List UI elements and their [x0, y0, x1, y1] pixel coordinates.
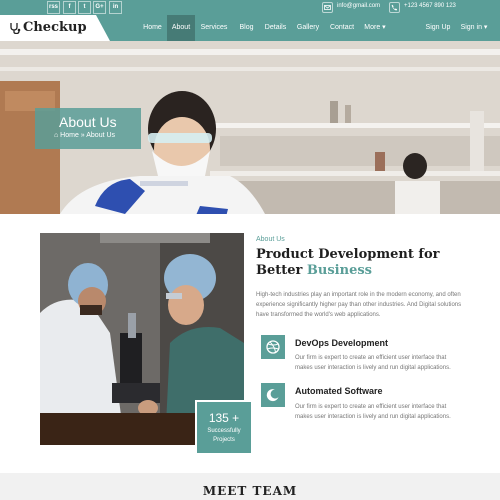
section-heading: Product Development for Better Business [256, 247, 456, 279]
hero-banner: About Us ⌂ Home » About Us [0, 41, 500, 214]
dribbble-icon [261, 335, 285, 359]
top-bar: rss f t G+ in info@gmail.com +123 4567 8… [0, 0, 500, 15]
heading-accent: Business [306, 263, 372, 278]
projects-counter: 135 + Successfully Projects [195, 400, 253, 455]
google-plus-icon[interactable]: G+ [93, 1, 106, 14]
page-title-badge: About Us ⌂ Home » About Us [35, 108, 141, 149]
contact-phone[interactable]: +123 4567 890 123 [404, 3, 456, 9]
nav-blog[interactable]: Blog [233, 15, 260, 41]
envelope-icon [322, 2, 333, 13]
team-title: MEET TEAM [202, 484, 298, 498]
nav-services[interactable]: Services [195, 15, 233, 41]
heading-line-1: Product Development for [256, 247, 440, 262]
nav-gallery[interactable]: Gallery [291, 15, 325, 41]
feature-title: Automated Software [295, 386, 383, 396]
nav-more[interactable]: More ▾ [359, 15, 391, 41]
feature-description: Our firm is expert to create an efficien… [295, 355, 451, 371]
nav-contact[interactable]: Contact [325, 15, 359, 41]
nav-details[interactable]: Details [260, 15, 291, 41]
contact-email[interactable]: info@gmail.com [337, 3, 380, 9]
nav-signup[interactable]: Sign Up [421, 15, 455, 41]
feature-description: Our firm is expert to create an efficien… [295, 404, 451, 420]
nav-about[interactable]: About [167, 15, 195, 41]
projects-label: Successfully Projects [207, 428, 241, 443]
main-nav: Checkup Home About Services Blog Details… [0, 15, 500, 41]
linkedin-icon[interactable]: in [109, 1, 122, 14]
heading-line-2-plain: Better [256, 263, 307, 278]
brand-name: Checkup [23, 20, 87, 35]
phone-icon [389, 2, 400, 13]
feature-title: DevOps Development [295, 338, 389, 348]
twitter-icon[interactable]: t [78, 1, 91, 14]
page-title: About Us [59, 114, 117, 130]
section-description: High-tech industries play an important r… [256, 292, 462, 318]
facebook-icon[interactable]: f [63, 1, 76, 14]
section-eyebrow: About Us [256, 236, 285, 243]
breadcrumb[interactable]: ⌂ Home » About Us [54, 132, 115, 139]
moon-icon [261, 383, 285, 407]
brand-logo[interactable]: Checkup [0, 15, 110, 41]
nav-home[interactable]: Home [138, 15, 167, 41]
rss-icon[interactable]: rss [47, 1, 60, 14]
stethoscope-icon [10, 23, 21, 34]
projects-count: 135 + [208, 411, 240, 425]
nav-signin[interactable]: Sign in ▾ [455, 15, 493, 41]
